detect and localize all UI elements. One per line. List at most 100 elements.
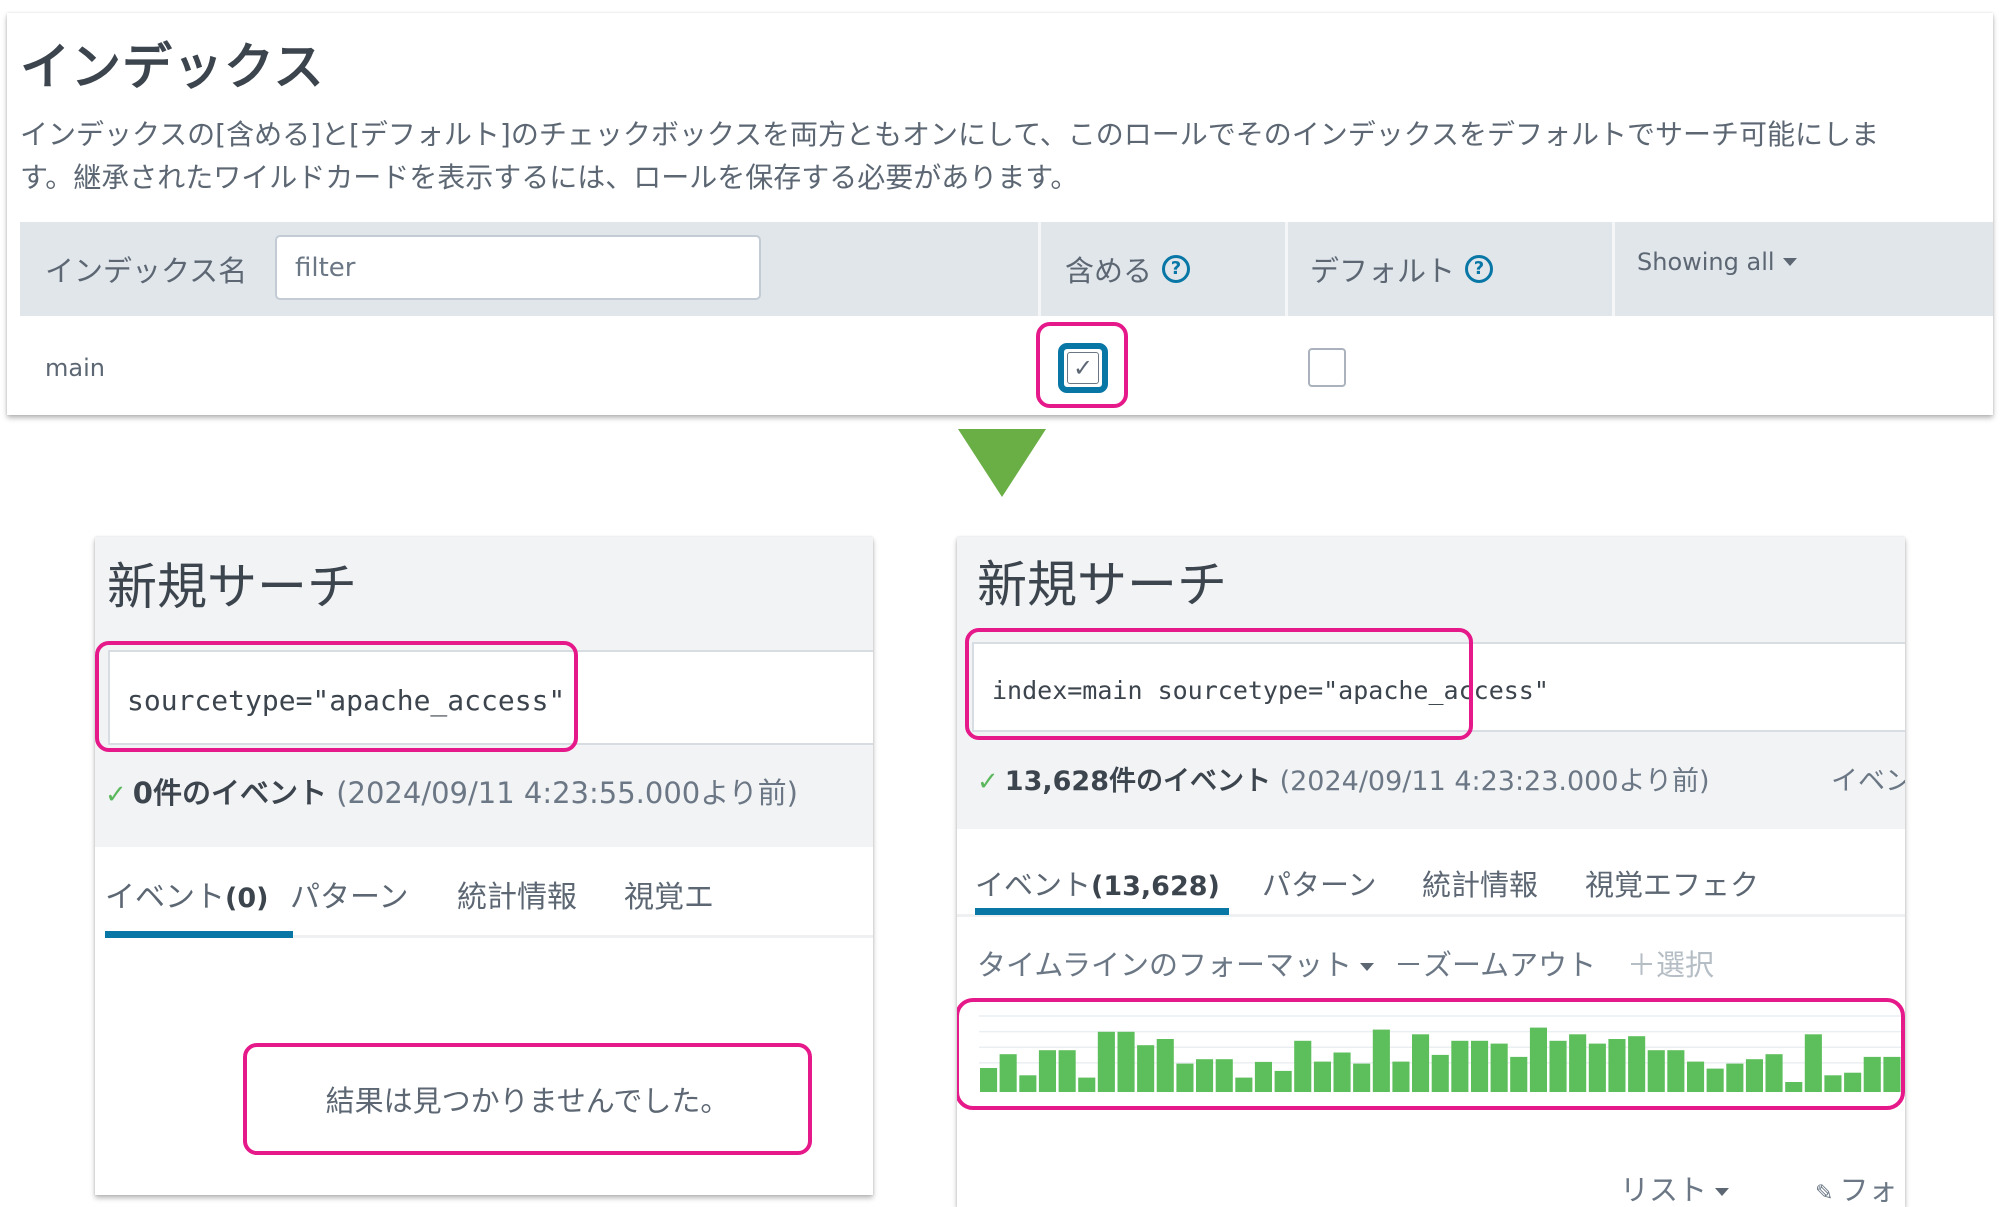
showing-filter-dropdown[interactable]: Showing all [1637,248,1797,276]
timeline-bar[interactable] [1883,1056,1901,1092]
timeline-bar[interactable] [1196,1059,1214,1092]
timeline-bar[interactable] [1804,1034,1822,1092]
timeline-format-label: タイムラインのフォーマット [977,948,1352,982]
timeline-bar[interactable] [1471,1040,1489,1092]
tab-patterns[interactable]: パターン [290,872,409,916]
timeline-chart[interactable] [957,997,1905,1157]
timeline-bar[interactable] [1254,1061,1272,1092]
timeline-bar[interactable] [1588,1043,1606,1092]
column-header-default: デフォルト ? [1310,248,1494,290]
index-settings-panel: インデックス インデックスの[含める]と[デフォルト]のチェックボックスを両方と… [7,13,1993,415]
search-title: 新規サーチ [107,558,357,616]
timeline-bar[interactable] [1431,1054,1449,1092]
timeline-bar[interactable] [1647,1050,1665,1092]
timeline-bar[interactable] [1824,1075,1842,1092]
timeline-bar[interactable] [1392,1061,1410,1092]
timeline-bar[interactable] [1628,1036,1646,1092]
timeline-bar[interactable] [1608,1039,1626,1092]
timeline-bar[interactable] [1038,1050,1056,1092]
column-label-default: デフォルト [1310,254,1456,288]
event-sampling-menu[interactable]: イベン [1831,759,1905,798]
column-label-include: 含める [1065,254,1153,288]
timeline-bar[interactable] [1333,1052,1351,1093]
tab-visualization[interactable]: 視覚エフェク [1585,862,1759,904]
timeline-bar[interactable] [1117,1031,1135,1092]
column-divider [1038,222,1041,316]
search-title: 新規サーチ [977,556,1227,614]
timeline-bar[interactable] [1863,1056,1881,1092]
search-panel-with-results: 新規サーチ index=main sourcetype="apache_acce… [957,537,1905,1207]
include-checkbox[interactable]: ✓ [1058,343,1108,393]
timeline-bar[interactable] [1097,1031,1115,1092]
timeline-bar[interactable] [1078,1077,1096,1092]
zoom-out-button[interactable]: －ズームアウト [1394,942,1596,984]
timeline-bar[interactable] [1451,1040,1469,1092]
timeline-bar[interactable] [1274,1070,1292,1092]
tab-events[interactable]: イベント(0) [105,872,268,916]
active-tab-indicator [975,908,1229,915]
timeline-bar[interactable] [1019,1075,1037,1092]
help-icon[interactable]: ? [1465,255,1494,283]
timeline-bar[interactable] [1569,1034,1587,1092]
timeline-format-dropdown[interactable]: タイムラインのフォーマット [977,942,1374,984]
search-query-input[interactable]: sourcetype="apache_access" [108,650,873,745]
tab-statistics[interactable]: 統計情報 [1422,862,1538,904]
timeline-bar[interactable] [980,1068,998,1092]
timeline-bar[interactable] [999,1054,1017,1092]
tab-patterns[interactable]: パターン [1262,862,1377,904]
timeline-bar[interactable] [1235,1077,1253,1092]
help-icon[interactable]: ? [1162,255,1191,283]
column-header-index-name: インデックス名 [45,248,247,290]
timeline-bar[interactable] [1156,1039,1174,1092]
timeline-bar[interactable] [1667,1050,1685,1092]
search-query-input[interactable]: index=main sourcetype="apache_access" [972,642,1905,732]
section-title: インデックス [20,38,325,96]
timeline-bar[interactable] [1510,1056,1528,1092]
format-button[interactable]: ✎ フォ [1815,1167,1897,1207]
timeline-bar[interactable] [1058,1050,1076,1092]
timeline-bar[interactable] [1745,1059,1763,1092]
index-filter-input[interactable] [275,235,761,300]
chevron-down-icon [1715,1188,1730,1196]
tab-statistics[interactable]: 統計情報 [457,872,577,916]
format-label: フォ [1839,1173,1898,1207]
table-row: main [20,316,1993,415]
timeline-bar[interactable] [1215,1059,1233,1092]
timeline-bar[interactable] [1549,1040,1567,1092]
down-arrow-icon [958,429,1046,497]
description-line-1: インデックスの[含める]と[デフォルト]のチェックボックスを両方ともオンにして、… [20,118,1879,151]
no-results-message: 結果は見つかりませんでした。 [325,1084,730,1118]
column-label-index-name: インデックス名 [45,254,248,288]
search-status: ✓ 13,628件のイベント (2024/09/11 4:23:23.000より前… [977,759,1710,798]
timeline-bar[interactable] [1726,1063,1744,1092]
tab-count: (0) [225,883,269,914]
search-time: (2024/09/11 4:23:55.000より前) [336,776,798,810]
timeline-bar[interactable] [1844,1072,1862,1092]
timeline-bar[interactable] [1529,1027,1547,1092]
tab-label: イベント [975,868,1092,902]
index-table-header: インデックス名 含める ? デフォルト ? Showing all [20,222,1993,316]
column-header-include: 含める ? [1065,248,1191,290]
list-view-dropdown[interactable]: リスト [1620,1167,1730,1207]
zoom-to-selection-button[interactable]: ＋選択 [1627,942,1714,984]
timeline-bar[interactable] [1313,1061,1331,1092]
paintbrush-icon: ✎ [1815,1181,1834,1206]
default-checkbox[interactable] [1308,348,1346,387]
tab-events[interactable]: イベント(13,628) [975,862,1220,904]
timeline-bar[interactable] [1490,1043,1508,1092]
timeline-bar[interactable] [1706,1068,1724,1092]
timeline-bar[interactable] [1412,1034,1430,1092]
tab-label: イベント [105,880,225,915]
timeline-bar[interactable] [1785,1082,1803,1092]
timeline-bar[interactable] [1372,1029,1390,1092]
search-panel-no-results: 新規サーチ sourcetype="apache_access" ✓ 0件のイベン… [95,537,873,1195]
description-line-2: す。継承されたワイルドカードを表示するには、ロールを保存する必要があります。 [20,161,1079,194]
timeline-bar[interactable] [1765,1054,1783,1092]
timeline-bar[interactable] [1687,1061,1705,1092]
checkmark-icon: ✓ [1067,352,1099,384]
timeline-bar[interactable] [1137,1045,1155,1092]
timeline-bar[interactable] [1176,1063,1194,1092]
timeline-bar[interactable] [1353,1063,1371,1092]
tab-visualization[interactable]: 視覚エ [624,872,714,916]
timeline-bar[interactable] [1294,1040,1312,1092]
